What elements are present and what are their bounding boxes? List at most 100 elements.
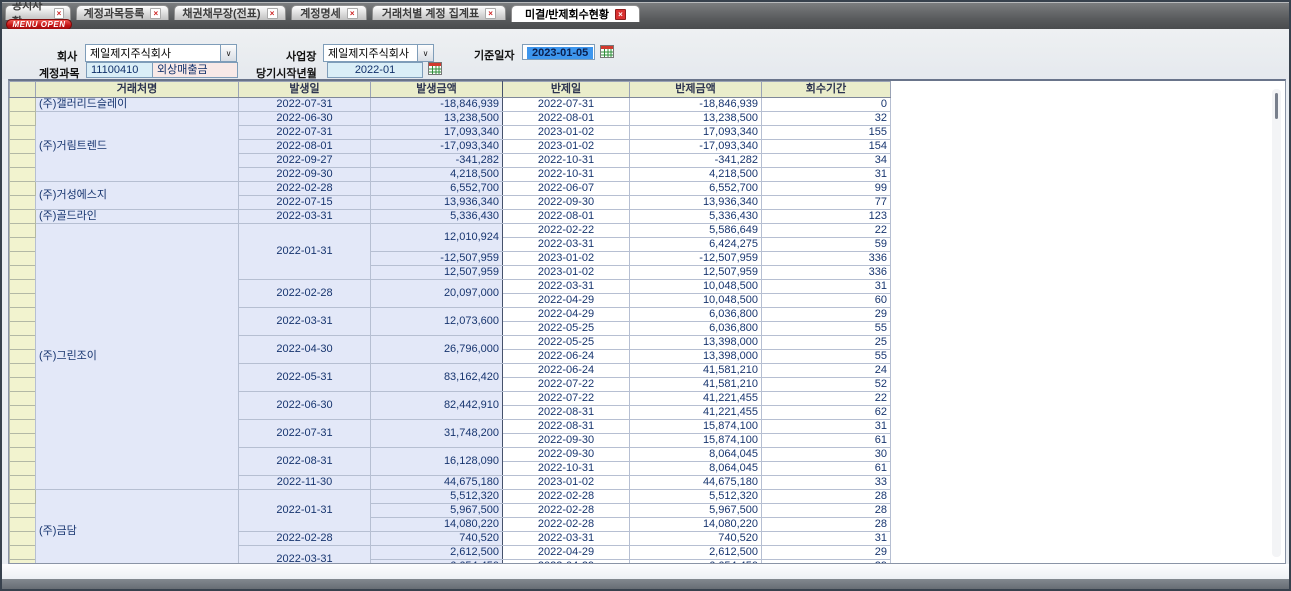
row-selector-cell[interactable] [10,266,36,280]
base-date-input[interactable]: 2023-01-05 [522,44,595,60]
collection-days-cell[interactable]: 22 [762,224,891,238]
row-selector-cell[interactable] [10,196,36,210]
customer-cell[interactable]: (주)거림트렌드 [36,112,239,182]
settle-date-cell[interactable]: 2022-03-31 [503,238,630,252]
occur-date-cell[interactable]: 2022-08-31 [239,448,371,476]
settle-date-cell[interactable]: 2022-05-25 [503,336,630,350]
row-selector-cell[interactable] [10,448,36,462]
collection-days-cell[interactable]: 25 [762,336,891,350]
settle-date-cell[interactable]: 2022-07-31 [503,98,630,112]
occur-amount-cell[interactable]: 44,675,180 [371,476,503,490]
settle-date-cell[interactable]: 2022-02-28 [503,490,630,504]
settle-amount-cell[interactable]: 5,336,430 [630,210,762,224]
settle-amount-cell[interactable]: -17,093,340 [630,140,762,154]
row-selector-cell[interactable] [10,364,36,378]
row-selector-cell[interactable] [10,322,36,336]
occur-amount-cell[interactable]: 12,010,924 [371,224,503,252]
occur-amount-cell[interactable]: 13,238,500 [371,112,503,126]
occur-date-cell[interactable]: 2022-07-31 [239,98,371,112]
table-row[interactable]: (주)그린조이2022-01-3112,010,9242022-02-225,5… [10,224,891,238]
tab-close-icon[interactable]: × [615,9,626,20]
occur-date-cell[interactable]: 2022-03-31 [239,546,371,565]
tab-close-icon[interactable]: × [54,8,64,19]
tab-close-icon[interactable]: × [347,8,358,19]
tab-0[interactable]: 공지사항× [5,5,71,20]
collection-days-cell[interactable]: 55 [762,350,891,364]
settle-date-cell[interactable]: 2022-06-07 [503,182,630,196]
occur-amount-cell[interactable]: 5,967,500 [371,504,503,518]
settle-amount-cell[interactable]: 13,398,000 [630,336,762,350]
settle-date-cell[interactable]: 2022-09-30 [503,434,630,448]
occur-amount-cell[interactable]: 4,218,500 [371,168,503,182]
table-row[interactable]: (주)금담2022-01-315,512,3202022-02-285,512,… [10,490,891,504]
occur-date-cell[interactable]: 2022-11-30 [239,476,371,490]
occur-date-cell[interactable]: 2022-03-31 [239,210,371,224]
row-selector-cell[interactable] [10,252,36,266]
collection-days-cell[interactable]: 60 [762,294,891,308]
row-selector-cell[interactable] [10,112,36,126]
tab-5[interactable]: 미결/반제회수현황× [511,5,640,22]
occur-amount-cell[interactable]: 13,936,340 [371,196,503,210]
row-selector-cell[interactable] [10,392,36,406]
tab-close-icon[interactable]: × [150,8,161,19]
settle-date-cell[interactable]: 2023-01-02 [503,476,630,490]
tab-3[interactable]: 계정명세× [291,5,367,20]
row-selector-cell[interactable] [10,154,36,168]
collection-days-cell[interactable]: 24 [762,364,891,378]
occur-amount-cell[interactable]: 16,128,090 [371,448,503,476]
settle-amount-cell[interactable]: -12,507,959 [630,252,762,266]
occur-date-cell[interactable]: 2022-07-15 [239,196,371,210]
occur-date-cell[interactable]: 2022-05-31 [239,364,371,392]
tab-close-icon[interactable]: × [485,8,496,19]
account-name-input[interactable]: 외상매출금 [152,62,238,78]
row-selector-cell[interactable] [10,378,36,392]
settle-date-cell[interactable]: 2022-02-28 [503,518,630,532]
settle-amount-cell[interactable]: 41,581,210 [630,378,762,392]
customer-cell[interactable]: (주)그린조이 [36,224,239,490]
occur-date-cell[interactable]: 2022-02-28 [239,280,371,308]
customer-cell[interactable]: (주)골드라인 [36,210,239,224]
collection-days-cell[interactable]: 123 [762,210,891,224]
settle-amount-cell[interactable]: 8,064,045 [630,448,762,462]
occur-amount-cell[interactable]: 12,507,959 [371,266,503,280]
occur-date-cell[interactable]: 2022-02-28 [239,182,371,196]
row-selector-cell[interactable] [10,490,36,504]
occur-date-cell[interactable]: 2022-08-01 [239,140,371,154]
collection-days-cell[interactable]: 62 [762,406,891,420]
occur-date-cell[interactable]: 2022-02-28 [239,532,371,546]
collection-days-cell[interactable]: 31 [762,532,891,546]
collection-days-cell[interactable]: 99 [762,182,891,196]
settle-date-cell[interactable]: 2022-10-31 [503,168,630,182]
settle-date-cell[interactable]: 2022-09-30 [503,448,630,462]
collection-days-cell[interactable]: 155 [762,126,891,140]
settle-amount-cell[interactable]: 41,581,210 [630,364,762,378]
company-select[interactable]: 제일제지주식회사 ∨ [85,44,237,62]
settle-amount-cell[interactable]: 5,586,649 [630,224,762,238]
occur-amount-cell[interactable]: 740,520 [371,532,503,546]
vertical-scrollbar[interactable] [1272,89,1281,557]
collection-days-cell[interactable]: 28 [762,518,891,532]
settle-date-cell[interactable]: 2022-08-01 [503,112,630,126]
settle-amount-cell[interactable]: 10,048,500 [630,294,762,308]
row-selector-cell[interactable] [10,294,36,308]
settle-date-cell[interactable]: 2022-07-22 [503,392,630,406]
settle-date-cell[interactable]: 2023-01-02 [503,266,630,280]
settle-date-cell[interactable]: 2022-04-29 [503,308,630,322]
settle-date-cell[interactable]: 2022-08-31 [503,420,630,434]
row-selector-cell[interactable] [10,98,36,112]
occur-amount-cell[interactable]: -18,846,939 [371,98,503,112]
settle-amount-cell[interactable]: 44,675,180 [630,476,762,490]
settle-date-cell[interactable]: 2023-01-02 [503,140,630,154]
calendar-icon[interactable] [428,62,442,75]
collection-days-cell[interactable]: 30 [762,448,891,462]
occur-date-cell[interactable]: 2022-04-30 [239,336,371,364]
settle-amount-cell[interactable]: 17,093,340 [630,126,762,140]
row-selector-cell[interactable] [10,238,36,252]
row-selector-cell[interactable] [10,462,36,476]
occur-amount-cell[interactable]: -341,282 [371,154,503,168]
tab-2[interactable]: 채권채무장(전표)× [174,5,286,20]
settle-date-cell[interactable]: 2022-02-22 [503,224,630,238]
collection-days-cell[interactable]: 34 [762,154,891,168]
settle-date-cell[interactable]: 2022-03-31 [503,532,630,546]
settle-amount-cell[interactable]: 13,936,340 [630,196,762,210]
